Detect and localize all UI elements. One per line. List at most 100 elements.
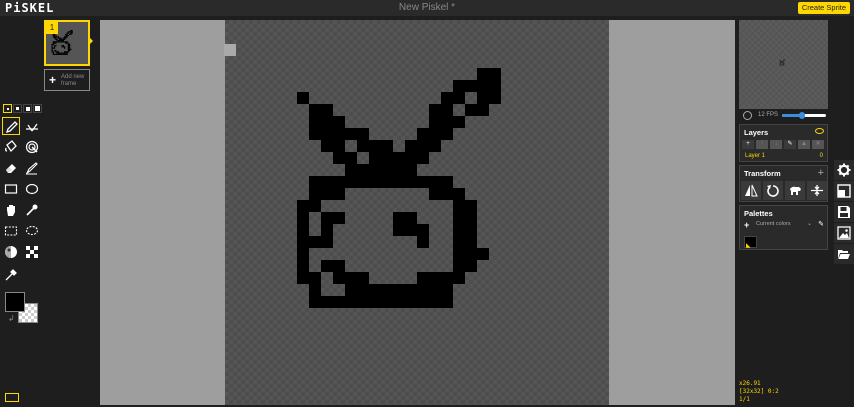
export-button[interactable]	[834, 223, 854, 243]
pixel	[417, 152, 429, 164]
edit-layer-button[interactable]: ✎	[784, 140, 796, 149]
dithering-tool[interactable]	[23, 243, 41, 261]
line-icon	[25, 162, 38, 175]
layers-panel: Layers + ↑ ↓ ✎ ▲ ✕ Layer 1 0	[739, 124, 828, 162]
pixel	[55, 50, 57, 52]
pixel	[57, 37, 59, 39]
pixel	[489, 80, 501, 92]
pixel	[64, 47, 66, 49]
add-layer-button[interactable]: +	[742, 140, 754, 149]
pen-size-4[interactable]	[33, 104, 42, 113]
pixel	[62, 37, 64, 39]
pen-size-1[interactable]	[3, 104, 12, 113]
pixel	[381, 164, 393, 176]
color-picker-tool[interactable]	[2, 266, 20, 284]
pixel	[54, 36, 56, 38]
circle-tool[interactable]	[23, 180, 41, 198]
eye-icon[interactable]	[815, 128, 824, 134]
pixel	[65, 33, 67, 35]
onion-skin-icon[interactable]	[743, 111, 752, 120]
pen-size-3[interactable]	[23, 104, 32, 113]
pixel	[465, 104, 477, 116]
resize-button[interactable]	[834, 181, 854, 201]
pixel	[67, 50, 69, 52]
move-layer-up-button[interactable]: ↑	[756, 140, 768, 149]
pixel	[297, 272, 309, 284]
pen-size-2[interactable]	[13, 104, 22, 113]
add-frame-button[interactable]: + Add new frame	[44, 69, 90, 91]
create-sprite-button[interactable]: Create Sprite	[797, 2, 850, 14]
gear-icon	[837, 163, 851, 177]
rectangle-tool[interactable]	[2, 180, 20, 198]
pixel	[52, 36, 54, 38]
palette-color-swatch[interactable]: ◣	[744, 236, 757, 249]
pixel	[393, 284, 405, 296]
canvas-area[interactable]	[100, 20, 735, 405]
rectangle-selection-tool[interactable]	[2, 222, 20, 240]
pixel	[429, 176, 441, 188]
pixel	[453, 248, 465, 260]
palette-select[interactable]: Current colors ⌄	[756, 221, 814, 229]
pixel	[453, 212, 465, 224]
merge-layer-button[interactable]: ▲	[798, 140, 810, 149]
pixel	[321, 224, 333, 236]
stroke-tool[interactable]	[23, 159, 41, 177]
pixel	[465, 80, 477, 92]
edit-palette-icon[interactable]: ✎	[818, 220, 824, 228]
add-palette-button[interactable]: +	[744, 220, 749, 230]
move-tool[interactable]	[2, 201, 20, 219]
paint-bucket-tool[interactable]	[2, 138, 20, 156]
pixel	[51, 50, 53, 52]
pixel	[369, 284, 381, 296]
lighten-tool[interactable]	[2, 243, 20, 261]
pixel	[59, 53, 61, 55]
pixel	[65, 52, 67, 54]
transform-expand-icon[interactable]: +	[818, 167, 824, 179]
delete-layer-button[interactable]: ✕	[812, 140, 824, 149]
pixel	[57, 36, 59, 38]
fps-label: 12 FPS	[758, 112, 779, 118]
pixel	[65, 36, 67, 38]
settings-button[interactable]	[834, 160, 854, 180]
fps-slider[interactable]	[782, 112, 826, 119]
pixel	[56, 53, 58, 55]
pixel	[477, 80, 489, 92]
pen-tool[interactable]	[2, 117, 20, 135]
pixel	[333, 260, 345, 272]
open-button[interactable]	[834, 244, 854, 264]
keyboard-shortcuts-icon[interactable]	[5, 393, 19, 402]
drawing-canvas[interactable]	[225, 20, 609, 405]
pixel	[67, 35, 69, 37]
pixel	[56, 40, 58, 42]
pixel	[65, 51, 67, 53]
vertical-mirror-pen-tool[interactable]	[23, 117, 41, 135]
frame-counter: 1/1	[739, 396, 750, 403]
move-layer-down-button[interactable]: ↓	[770, 140, 782, 149]
pixel	[54, 50, 56, 52]
fps-slider-thumb[interactable]	[798, 112, 805, 119]
paint-all-same-color-tool[interactable]	[23, 138, 41, 156]
rotate-button[interactable]	[763, 181, 783, 200]
save-button[interactable]	[834, 202, 854, 222]
document-title: New Piskel *	[398, 2, 456, 13]
swap-colors-icon[interactable]: ↲	[8, 314, 15, 323]
center-button[interactable]	[807, 181, 827, 200]
flip-button[interactable]	[741, 181, 761, 200]
clone-button[interactable]	[785, 181, 805, 200]
bucket-icon	[5, 140, 17, 153]
eraser-tool[interactable]	[2, 159, 20, 177]
pixel	[54, 42, 56, 44]
pixel	[477, 68, 489, 80]
pixel	[51, 47, 53, 49]
frame-thumbnail[interactable]: 1	[44, 20, 90, 66]
pixel	[393, 164, 405, 176]
pixel	[69, 45, 71, 47]
pixel	[429, 116, 441, 128]
lasso-selection-tool[interactable]	[23, 222, 41, 240]
pixel	[345, 128, 357, 140]
layer-item[interactable]: Layer 1 0	[743, 152, 825, 161]
primary-color-swatch[interactable]	[5, 292, 25, 312]
shape-selection-tool[interactable]	[23, 201, 41, 219]
pixel	[54, 45, 56, 47]
animation-preview[interactable]	[739, 20, 828, 109]
